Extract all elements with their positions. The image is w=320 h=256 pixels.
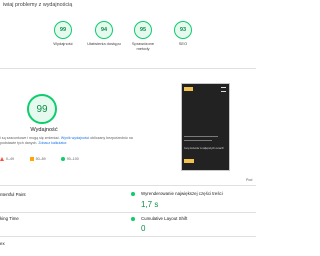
page-screenshot-thumbnail[interactable]: Ceny kurierów w najlepszych cenach! (181, 83, 230, 171)
gauge-ring: 94 (95, 21, 113, 39)
legend-pass: 90–100 (61, 157, 79, 161)
performance-score: 99 (36, 103, 48, 115)
triangle-icon (0, 157, 4, 162)
description-text: i są szacunkowe i mogą się zmieniać. (0, 136, 61, 140)
gauge-label: Ułatwienia dostępu (87, 41, 121, 46)
description-text: . (66, 141, 68, 146)
metric-label: Cumulative Layout Shift (141, 216, 188, 221)
gauge-label: Wydajność (53, 41, 73, 46)
screenshot-line (184, 136, 218, 138)
legend-average: 50–89 (30, 157, 46, 161)
legend-pass-label: 90–100 (66, 157, 79, 161)
section-divider (0, 185, 256, 186)
screenshot-button (184, 159, 194, 163)
gauge-score: 94 (100, 27, 108, 33)
legend-fail-label: 0–49 (6, 157, 14, 161)
performance-label: Wydajność (30, 127, 58, 133)
page-header-title: iwiaj problemy z wydajnością (3, 2, 73, 8)
metric-label: king Time (0, 216, 19, 221)
legend-average-label: 50–89 (35, 157, 46, 161)
screenshot-text: Ceny kurierów w najlepszych cenach! (184, 147, 224, 150)
metric-label: Wyrenderowanie największej części treści (141, 191, 223, 196)
hamburger-icon (221, 87, 226, 92)
screenshot-note: Pod (246, 178, 253, 182)
metric-label: ex (0, 241, 5, 246)
gauge-ring: 93 (174, 21, 192, 39)
calculator-link[interactable]: Zobacz kalkulator (38, 141, 66, 145)
screenshot-logo (184, 87, 193, 91)
legend-fail: 0–49 (0, 157, 14, 162)
gauge-ring: 99 (54, 21, 72, 39)
square-icon (30, 157, 34, 161)
gauge-ring: 95 (134, 21, 152, 39)
circle-icon (61, 157, 65, 161)
pass-circle-icon (131, 217, 135, 221)
gauge-score: 95 (139, 27, 147, 33)
metric-divider (0, 212, 256, 213)
score-calc-link[interactable]: Wynik wydajności (61, 136, 89, 140)
gauge-label: Sprawdzone metody (131, 41, 155, 51)
gauge-label: SEO (178, 41, 188, 46)
metric-value: 0 (141, 224, 146, 233)
metric-divider (0, 236, 256, 237)
metric-label: ntentful Paint (0, 192, 26, 197)
metric-value: 1,7 s (141, 200, 159, 209)
performance-gauge: 99 (27, 94, 57, 124)
screenshot-line (184, 140, 212, 142)
performance-description: i są szacunkowe i mogą się zmieniać. Wyn… (0, 136, 140, 146)
pass-circle-icon (131, 192, 135, 196)
gauge-score: 93 (179, 27, 187, 33)
section-divider (0, 68, 256, 69)
gauge-score: 99 (59, 27, 67, 33)
